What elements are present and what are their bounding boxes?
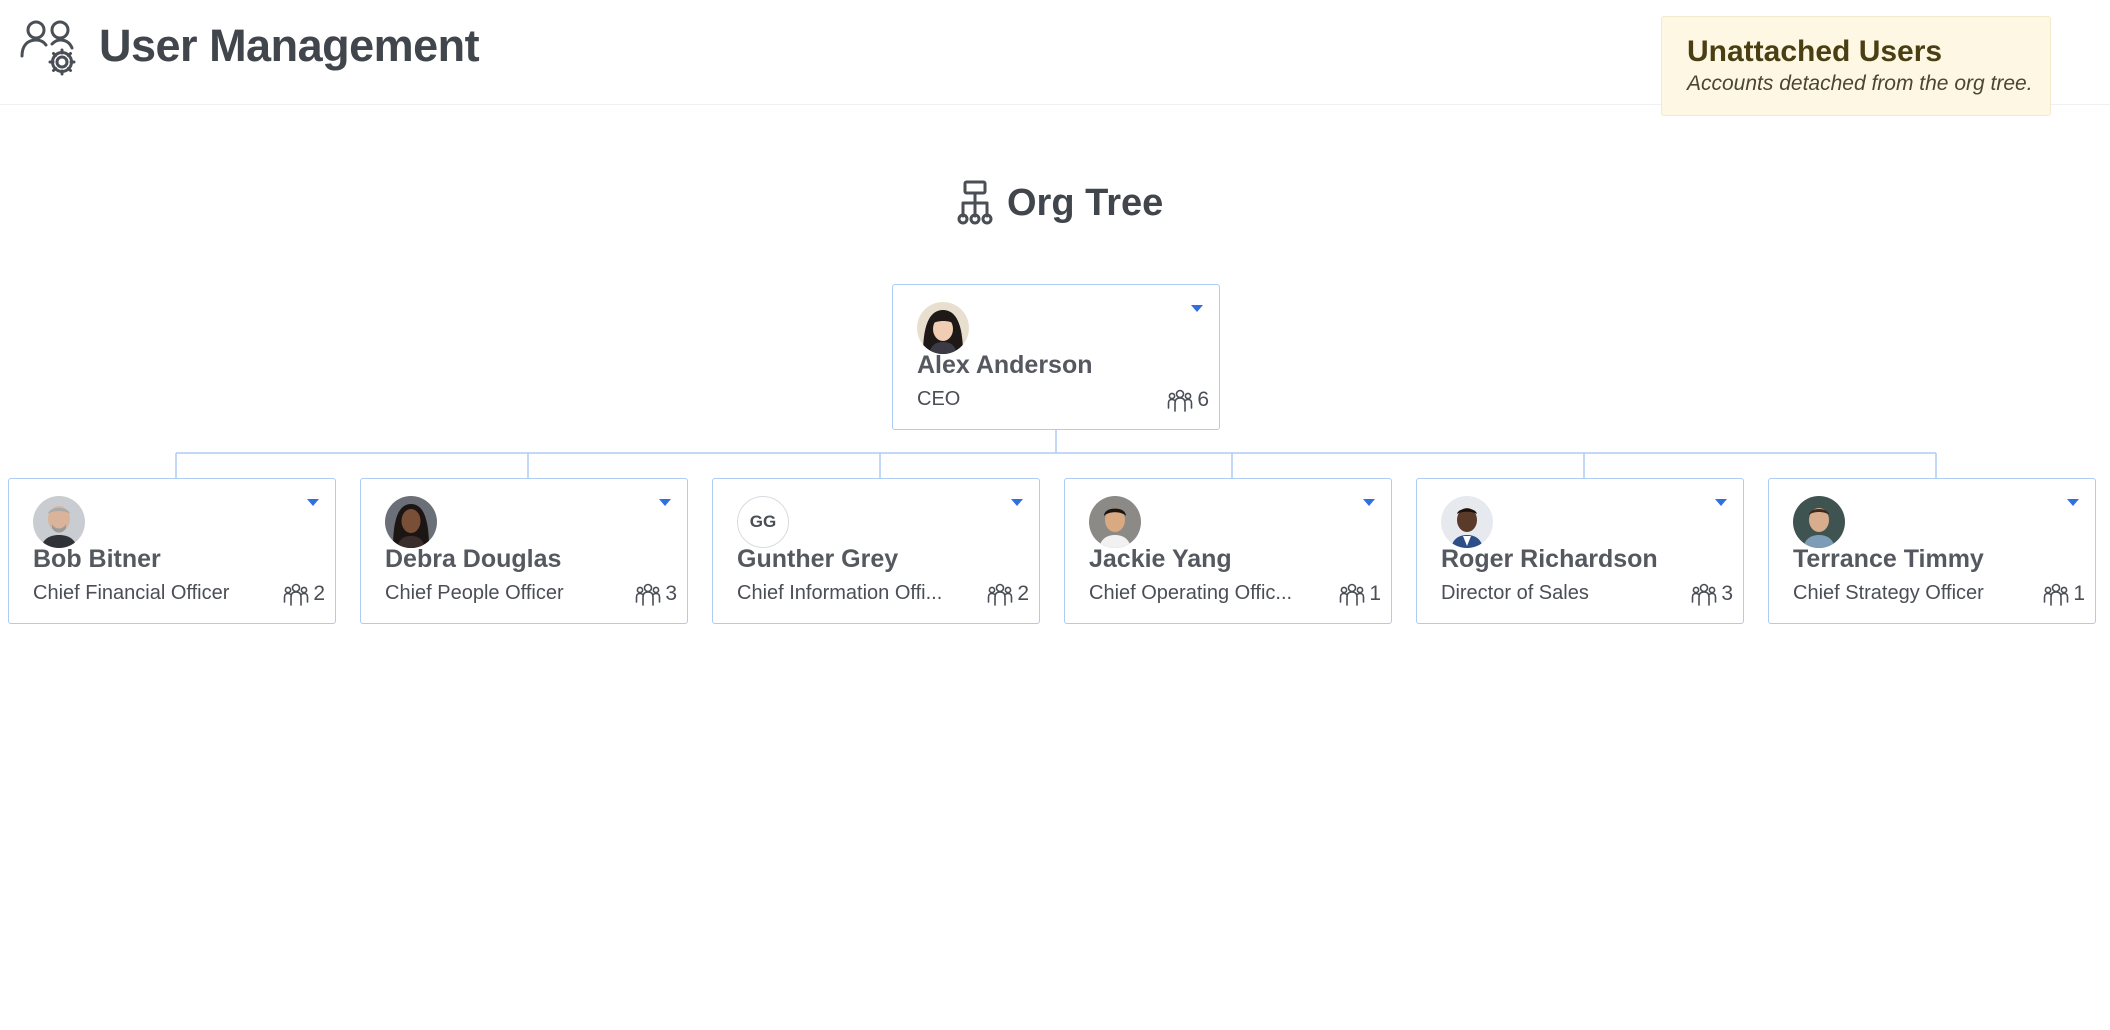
- card-menu-button[interactable]: [1707, 491, 1735, 513]
- direct-reports[interactable]: 3: [635, 581, 677, 607]
- team-icon: [988, 583, 1013, 606]
- team-icon: [1692, 583, 1717, 606]
- card-role: Chief Strategy Officer: [1793, 582, 1984, 604]
- card-menu-button[interactable]: [299, 491, 327, 513]
- org-card[interactable]: Roger Richardson Director of Sales 3: [1416, 478, 1744, 624]
- card-role: Chief People Officer: [385, 582, 564, 604]
- direct-reports-count: 6: [1197, 388, 1209, 411]
- direct-reports-count: 1: [1369, 582, 1381, 605]
- team-icon: [1340, 583, 1365, 606]
- avatar: [917, 302, 969, 354]
- unattached-users-subtitle: Accounts detached from the org tree.: [1687, 72, 2033, 95]
- unattached-users-panel[interactable]: Unattached Users Accounts detached from …: [1661, 16, 2051, 116]
- org-tree-title: Org Tree: [1007, 181, 1164, 224]
- team-icon: [284, 583, 309, 606]
- avatar: [1089, 496, 1141, 548]
- card-name: Terrance Timmy: [1793, 545, 1984, 573]
- direct-reports[interactable]: 3: [1691, 581, 1733, 607]
- direct-reports-count: 2: [1017, 582, 1029, 605]
- card-menu-button[interactable]: [2059, 491, 2087, 513]
- card-name: Bob Bitner: [33, 545, 161, 573]
- users-gear-icon: [20, 20, 76, 76]
- avatar: [1441, 496, 1493, 548]
- card-role: Chief Operating Offic...: [1089, 582, 1293, 604]
- avatar: [385, 496, 437, 548]
- direct-reports-count: 2: [313, 582, 325, 605]
- caret-down-icon: [307, 499, 319, 506]
- card-name: Roger Richardson: [1441, 545, 1658, 573]
- page-title: User Management: [99, 20, 480, 71]
- unattached-users-title: Unattached Users: [1687, 35, 1943, 68]
- direct-reports-count: 3: [1721, 582, 1733, 605]
- org-card[interactable]: Jackie Yang Chief Operating Offic... 1: [1064, 478, 1392, 624]
- direct-reports[interactable]: 2: [987, 581, 1029, 607]
- team-icon: [1168, 389, 1193, 412]
- caret-down-icon: [1011, 499, 1023, 506]
- card-role: Director of Sales: [1441, 582, 1589, 604]
- card-role: CEO: [917, 388, 961, 410]
- card-menu-button[interactable]: [1355, 491, 1383, 513]
- hierarchy-icon: [957, 180, 993, 225]
- caret-down-icon: [659, 499, 671, 506]
- card-menu-button[interactable]: [1003, 491, 1031, 513]
- direct-reports[interactable]: 1: [2043, 581, 2085, 607]
- card-menu-button[interactable]: [651, 491, 679, 513]
- card-role: Chief Financial Officer: [33, 582, 230, 604]
- direct-reports[interactable]: 6: [1167, 387, 1209, 413]
- caret-down-icon: [1191, 305, 1203, 312]
- org-card-root[interactable]: Alex Anderson CEO 6: [892, 284, 1220, 430]
- avatar: [33, 496, 85, 548]
- card-name: Gunther Grey: [737, 545, 899, 573]
- direct-reports[interactable]: 2: [283, 581, 325, 607]
- direct-reports-count: 1: [2073, 582, 2085, 605]
- avatar: [1793, 496, 1845, 548]
- org-card[interactable]: GG Gunther Grey Chief Information Offi..…: [712, 478, 1040, 624]
- org-tree-heading: Org Tree: [955, 178, 1163, 228]
- team-icon: [2044, 583, 2069, 606]
- team-icon: [636, 583, 661, 606]
- org-card[interactable]: Bob Bitner Chief Financial Officer 2: [8, 478, 336, 624]
- direct-reports[interactable]: 1: [1339, 581, 1381, 607]
- caret-down-icon: [1363, 499, 1375, 506]
- card-menu-button[interactable]: [1183, 297, 1211, 319]
- org-card[interactable]: Terrance Timmy Chief Strategy Officer 1: [1768, 478, 2096, 624]
- direct-reports-count: 3: [665, 582, 677, 605]
- caret-down-icon: [1715, 499, 1727, 506]
- avatar-initials: GG: [737, 496, 789, 548]
- caret-down-icon: [2067, 499, 2079, 506]
- card-name: Jackie Yang: [1089, 545, 1232, 573]
- card-name: Debra Douglas: [385, 545, 562, 573]
- card-name: Alex Anderson: [917, 351, 1093, 379]
- card-role: Chief Information Offi...: [737, 582, 943, 604]
- org-card[interactable]: Debra Douglas Chief People Officer 3: [360, 478, 688, 624]
